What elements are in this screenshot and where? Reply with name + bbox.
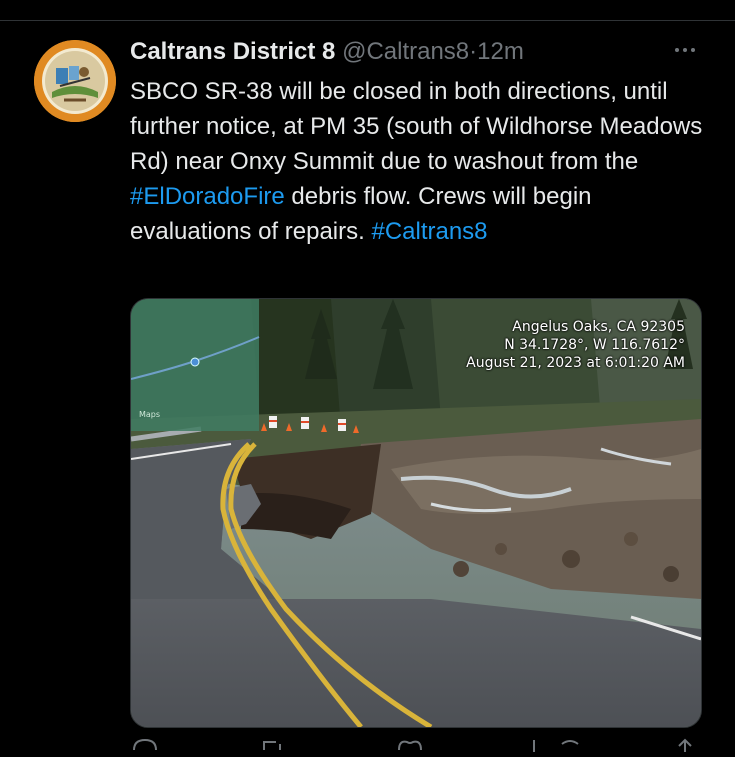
more-horizontal-icon (675, 48, 695, 52)
display-name[interactable]: Caltrans District 8 (130, 38, 335, 65)
caption-location: Angelus Oaks, CA 92305 (512, 319, 685, 335)
tweet-text: SBCO SR-38 will be closed in both direct… (130, 74, 710, 249)
tweet-body: SBCO SR-38 will be closed in both direct… (130, 78, 703, 175)
caption-datetime: August 21, 2023 at 6:01:20 AM (466, 355, 685, 371)
more-options-button[interactable] (670, 38, 700, 62)
maps-label: Maps (139, 410, 161, 419)
separator-dot: · (469, 38, 478, 65)
avatar[interactable] (34, 40, 116, 122)
timestamp[interactable]: 12m (477, 38, 524, 65)
photo-location-caption: Angelus Oaks, CA 92305 N 34.1728°, W 116… (466, 318, 685, 372)
caption-coordinates: N 34.1728°, W 116.7612° (504, 337, 685, 353)
tweet-header: Caltrans District 8 @Caltrans8·12m (130, 37, 650, 67)
handle[interactable]: @Caltrans8 (342, 38, 469, 65)
tweet[interactable]: Caltrans District 8 @Caltrans8·12m SBCO … (0, 0, 735, 752)
hashtag-eldoradofire[interactable]: #ElDoradoFire (130, 183, 285, 210)
caltrans-seal-icon (34, 40, 116, 122)
hashtag-caltrans8[interactable]: #Caltrans8 (371, 218, 487, 245)
tweet-photo[interactable]: Maps Angelus Oaks, CA 92305 N 34.1728°, … (130, 298, 702, 728)
